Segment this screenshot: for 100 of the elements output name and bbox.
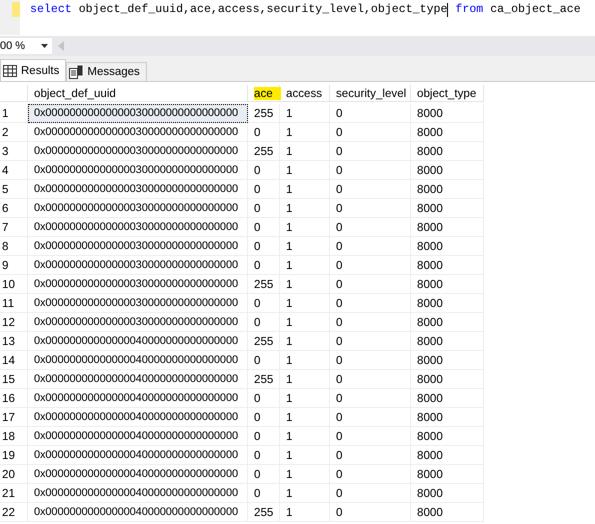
table-cell: 0 xyxy=(330,408,411,427)
table-cell: 0 xyxy=(248,256,280,275)
table-cell: 1 xyxy=(280,465,330,484)
table-cell: 0x00000000000000030000000000000000 xyxy=(28,199,248,218)
corner-header xyxy=(0,85,28,102)
row-number: 5 xyxy=(0,180,28,199)
table-cell: 1 xyxy=(280,161,330,180)
table-cell: 0 xyxy=(330,332,411,351)
row-number: 16 xyxy=(0,389,28,408)
results-tab[interactable]: Messages xyxy=(66,62,147,81)
column-header[interactable]: object_type xyxy=(411,85,484,102)
table-cell: 1 xyxy=(280,199,330,218)
table-cell: 1 xyxy=(280,484,330,503)
table-cell: 0x00000000000000030000000000000000 xyxy=(28,294,248,313)
table-cell: 0 xyxy=(330,256,411,275)
table-cell: 0x00000000000000030000000000000000 xyxy=(28,142,248,161)
row-number: 19 xyxy=(0,446,28,465)
table-cell: 0x00000000000000040000000000000000 xyxy=(28,427,248,446)
row-number: 3 xyxy=(0,142,28,161)
row-number: 15 xyxy=(0,370,28,389)
table-cell: 8000 xyxy=(411,351,484,370)
caret-icon xyxy=(41,44,48,48)
table-cell: 8000 xyxy=(411,123,484,142)
table-cell: 0 xyxy=(330,313,411,332)
column-header[interactable]: access xyxy=(280,85,330,102)
table-cell: 0x00000000000000030000000000000000 xyxy=(28,161,248,180)
table-cell: 8000 xyxy=(411,313,484,332)
table-cell: 1 xyxy=(280,104,330,123)
table-cell: 1 xyxy=(280,332,330,351)
table-cell: 0 xyxy=(248,161,280,180)
grid-icon xyxy=(3,64,17,76)
table-cell: 1 xyxy=(280,180,330,199)
table-cell: 1 xyxy=(280,503,330,522)
row-number: 17 xyxy=(0,408,28,427)
table-cell: 1 xyxy=(280,408,330,427)
row-number: 7 xyxy=(0,218,28,237)
table-cell: 0x00000000000000030000000000000000 xyxy=(28,104,248,123)
table-cell: 255 xyxy=(248,275,280,294)
table-cell: 1 xyxy=(280,427,330,446)
column-header[interactable]: object_def_uuid xyxy=(28,85,248,102)
row-number: 12 xyxy=(0,313,28,332)
table-cell: 0 xyxy=(248,237,280,256)
table-cell: 0 xyxy=(330,389,411,408)
table-cell: 0 xyxy=(248,446,280,465)
row-number: 13 xyxy=(0,332,28,351)
table-cell: 1 xyxy=(280,389,330,408)
row-number: 21 xyxy=(0,484,28,503)
table-cell: 1 xyxy=(280,142,330,161)
table-cell: 0 xyxy=(330,275,411,294)
table-cell: 255 xyxy=(248,370,280,389)
table-cell: 0 xyxy=(330,370,411,389)
table-cell: 8000 xyxy=(411,427,484,446)
table-cell: 0 xyxy=(248,180,280,199)
table-cell: 0x00000000000000040000000000000000 xyxy=(28,446,248,465)
table-cell: 0 xyxy=(330,465,411,484)
table-cell: 8000 xyxy=(411,161,484,180)
row-number: 20 xyxy=(0,465,28,484)
tab-label: Messages xyxy=(87,66,140,78)
table-cell: 0x00000000000000040000000000000000 xyxy=(28,503,248,522)
table-cell: 0x00000000000000030000000000000000 xyxy=(28,180,248,199)
row-number: 8 xyxy=(0,237,28,256)
row-number: 6 xyxy=(0,199,28,218)
scroll-left-icon[interactable] xyxy=(58,41,64,51)
table-cell: 0 xyxy=(248,351,280,370)
table-cell: 0 xyxy=(248,313,280,332)
table-cell: 0x00000000000000030000000000000000 xyxy=(28,218,248,237)
table-cell: 0 xyxy=(330,237,411,256)
table-cell: 0 xyxy=(248,123,280,142)
table-cell: 8000 xyxy=(411,332,484,351)
table-cell: 8000 xyxy=(411,256,484,275)
table-cell: 0 xyxy=(330,180,411,199)
table-cell: 255 xyxy=(248,332,280,351)
table-cell: 0 xyxy=(330,199,411,218)
table-cell: 0 xyxy=(330,104,411,123)
zoom-dropdown[interactable]: 00 % xyxy=(0,38,52,54)
table-cell: 1 xyxy=(280,256,330,275)
table-cell: 8000 xyxy=(411,503,484,522)
table-cell: 255 xyxy=(248,503,280,522)
table-cell: 0x00000000000000040000000000000000 xyxy=(28,332,248,351)
table-cell: 8000 xyxy=(411,199,484,218)
table-cell: 0x00000000000000040000000000000000 xyxy=(28,351,248,370)
table-cell: 1 xyxy=(280,123,330,142)
column-header[interactable]: security_level xyxy=(330,85,411,102)
results-tab[interactable]: Results xyxy=(0,59,66,81)
table-cell: 0 xyxy=(330,123,411,142)
table-cell: 1 xyxy=(280,294,330,313)
table-cell: 8000 xyxy=(411,408,484,427)
change-marker xyxy=(12,2,20,17)
table-cell: 1 xyxy=(280,351,330,370)
table-cell: 8000 xyxy=(411,465,484,484)
table-cell: 0x00000000000000040000000000000000 xyxy=(28,389,248,408)
table-cell: 0 xyxy=(248,427,280,446)
table-cell: 0 xyxy=(248,294,280,313)
table-cell: 255 xyxy=(248,142,280,161)
row-number: 11 xyxy=(0,294,28,313)
table-cell: 0 xyxy=(330,142,411,161)
sql-query[interactable]: select object_def_uuid,ace,access,security_level,object_type from ca_object_ace xyxy=(20,0,581,35)
tab-label: Results xyxy=(21,64,60,76)
table-cell: 0 xyxy=(248,465,280,484)
table-cell: 0x00000000000000030000000000000000 xyxy=(28,256,248,275)
